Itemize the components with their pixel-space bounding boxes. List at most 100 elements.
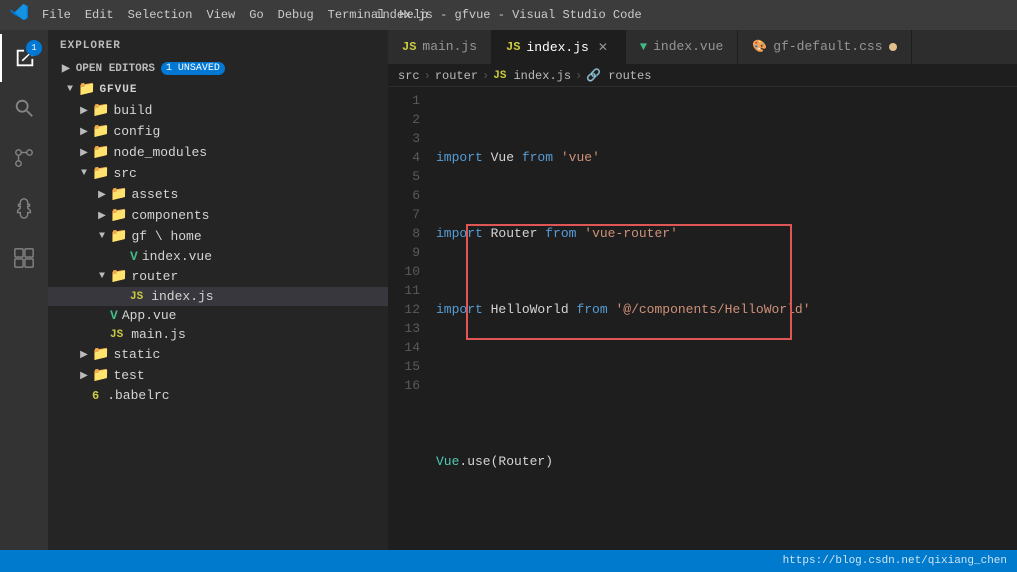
config-arrow: ▶ — [76, 126, 92, 138]
tab-index-vue[interactable]: ▼ index.vue — [626, 30, 738, 64]
editor-area: JS main.js JS index.js ✕ ▼ index.vue 🎨 g… — [388, 30, 1017, 550]
project-root[interactable]: ▼ 📁 GFVUE — [48, 79, 388, 100]
code-line-3: import HelloWorld from '@/components/Hel… — [436, 300, 1017, 319]
line-numbers: 1 2 3 4 5 6 7 8 9 10 11 12 13 14 15 16 — [388, 91, 432, 546]
sidebar-item-main-js[interactable]: ▶ JS main.js — [48, 325, 388, 344]
activity-debug[interactable] — [0, 184, 48, 232]
vscode-logo — [10, 3, 28, 27]
assets-arrow: ▶ — [94, 189, 110, 201]
main-js-spacer: ▶ — [94, 329, 110, 341]
tab-index-js[interactable]: JS index.js ✕ — [492, 30, 626, 64]
sidebar-item-babelrc[interactable]: ▶ 6 .babelrc — [48, 386, 388, 405]
title-bar: File Edit Selection View Go Debug Termin… — [0, 0, 1017, 30]
menu-debug[interactable]: Debug — [278, 8, 314, 22]
breadcrumb-routes[interactable]: routes — [608, 69, 651, 83]
static-folder-icon: 📁 — [92, 346, 109, 363]
code-line-6 — [436, 528, 1017, 547]
static-label: static — [113, 347, 160, 362]
tab-css-unsaved-dot — [889, 43, 897, 51]
node-modules-arrow: ▶ — [76, 147, 92, 159]
tab-gf-css-label: gf-default.css — [773, 39, 882, 54]
menu-file[interactable]: File — [42, 8, 71, 22]
project-name: GFVUE — [99, 84, 137, 96]
project-arrow: ▼ — [62, 84, 78, 95]
code-line-1: import Vue from 'vue' — [436, 148, 1017, 167]
activity-extensions[interactable] — [0, 234, 48, 282]
config-label: config — [113, 124, 160, 139]
babelrc-spacer: ▶ — [76, 390, 92, 402]
activity-search[interactable] — [0, 84, 48, 132]
src-label: src — [113, 166, 136, 181]
sidebar-item-static[interactable]: ▶ 📁 static — [48, 344, 388, 365]
gf-index-vue-icon: V — [130, 249, 138, 264]
activity-scm[interactable] — [0, 134, 48, 182]
activity-bar: 1 — [0, 30, 48, 550]
tab-main-js-icon: JS — [402, 40, 416, 54]
unsaved-badge: 1 UNSAVED — [161, 62, 225, 75]
open-editors-section[interactable]: ▶ OPEN EDITORS 1 UNSAVED — [48, 58, 388, 79]
test-arrow: ▶ — [76, 370, 92, 382]
babelrc-icon: 6 — [92, 389, 99, 403]
window-title: index.js - gfvue - Visual Studio Code — [375, 8, 641, 22]
tab-gf-default-css[interactable]: 🎨 gf-default.css — [738, 30, 911, 64]
tab-css-icon: 🎨 — [752, 39, 767, 54]
menu-go[interactable]: Go — [249, 8, 263, 22]
gf-index-vue-spacer: ▶ — [114, 251, 130, 263]
assets-label: assets — [131, 187, 178, 202]
breadcrumb-sep-3: › — [575, 69, 582, 83]
sidebar-item-src[interactable]: ▼ 📁 src — [48, 163, 388, 184]
sidebar-item-router[interactable]: ▼ 📁 router — [48, 266, 388, 287]
sidebar-item-router-index-js[interactable]: ▶ JS index.js — [48, 287, 388, 306]
assets-folder-icon: 📁 — [110, 186, 127, 203]
test-folder-icon: 📁 — [92, 367, 109, 384]
breadcrumb-router[interactable]: router — [435, 69, 478, 83]
tab-bar: JS main.js JS index.js ✕ ▼ index.vue 🎨 g… — [388, 30, 1017, 65]
sidebar-item-components[interactable]: ▶ 📁 components — [48, 205, 388, 226]
src-arrow: ▼ — [76, 168, 92, 179]
code-editor[interactable]: 1 2 3 4 5 6 7 8 9 10 11 12 13 14 15 16 — [388, 87, 1017, 550]
src-folder-icon: 📁 — [92, 165, 109, 182]
sidebar-item-gf-home[interactable]: ▼ 📁 gf \ home — [48, 226, 388, 247]
breadcrumb-src[interactable]: src — [398, 69, 420, 83]
breadcrumb-sep-2: › — [482, 69, 489, 83]
sidebar-item-app-vue[interactable]: ▶ V App.vue — [48, 306, 388, 325]
gf-home-folder-icon: 📁 — [110, 228, 127, 245]
router-arrow: ▼ — [94, 271, 110, 282]
tab-index-js-label: index.js — [526, 40, 588, 55]
node-modules-label: node_modules — [113, 145, 207, 160]
tab-main-js-label: main.js — [422, 39, 477, 54]
tab-main-js[interactable]: JS main.js — [388, 30, 492, 64]
menu-view[interactable]: View — [206, 8, 235, 22]
breadcrumb-icon-routes: 🔗 — [586, 68, 601, 83]
sidebar-item-config[interactable]: ▶ 📁 config — [48, 121, 388, 142]
build-folder-icon: 📁 — [92, 102, 109, 119]
app-vue-icon: V — [110, 308, 118, 323]
sidebar-item-gf-index-vue[interactable]: ▶ V index.vue — [48, 247, 388, 266]
code-line-4 — [436, 376, 1017, 395]
open-editors-label: OPEN EDITORS — [76, 63, 155, 75]
menu-selection[interactable]: Selection — [128, 8, 193, 22]
project-icon: 📁 — [78, 81, 95, 98]
menu-bar[interactable]: File Edit Selection View Go Debug Termin… — [42, 8, 428, 22]
components-arrow: ▶ — [94, 210, 110, 222]
sidebar-item-node-modules[interactable]: ▶ 📁 node_modules — [48, 142, 388, 163]
status-right: https://blog.csdn.net/qixiang_chen — [783, 555, 1007, 567]
sidebar-item-build[interactable]: ▶ 📁 build — [48, 100, 388, 121]
tab-index-vue-label: index.vue — [653, 39, 723, 54]
tab-index-js-close[interactable]: ✕ — [595, 39, 611, 56]
tab-index-js-icon: JS — [506, 40, 520, 54]
main-js-icon: JS — [110, 329, 123, 341]
build-label: build — [113, 103, 152, 118]
breadcrumb-indexjs[interactable]: index.js — [513, 69, 571, 83]
gf-home-arrow: ▼ — [94, 231, 110, 242]
main-js-label: main.js — [131, 327, 186, 342]
node-modules-folder-icon: 📁 — [92, 144, 109, 161]
app-vue-label: App.vue — [122, 308, 177, 323]
sidebar-item-test[interactable]: ▶ 📁 test — [48, 365, 388, 386]
sidebar-item-assets[interactable]: ▶ 📁 assets — [48, 184, 388, 205]
activity-explorer[interactable]: 1 — [0, 34, 48, 82]
sidebar-header: EXPLORER — [48, 30, 388, 58]
code-line-2: import Router from 'vue-router' — [436, 224, 1017, 243]
menu-edit[interactable]: Edit — [85, 8, 114, 22]
breadcrumb-sep-1: › — [424, 69, 431, 83]
